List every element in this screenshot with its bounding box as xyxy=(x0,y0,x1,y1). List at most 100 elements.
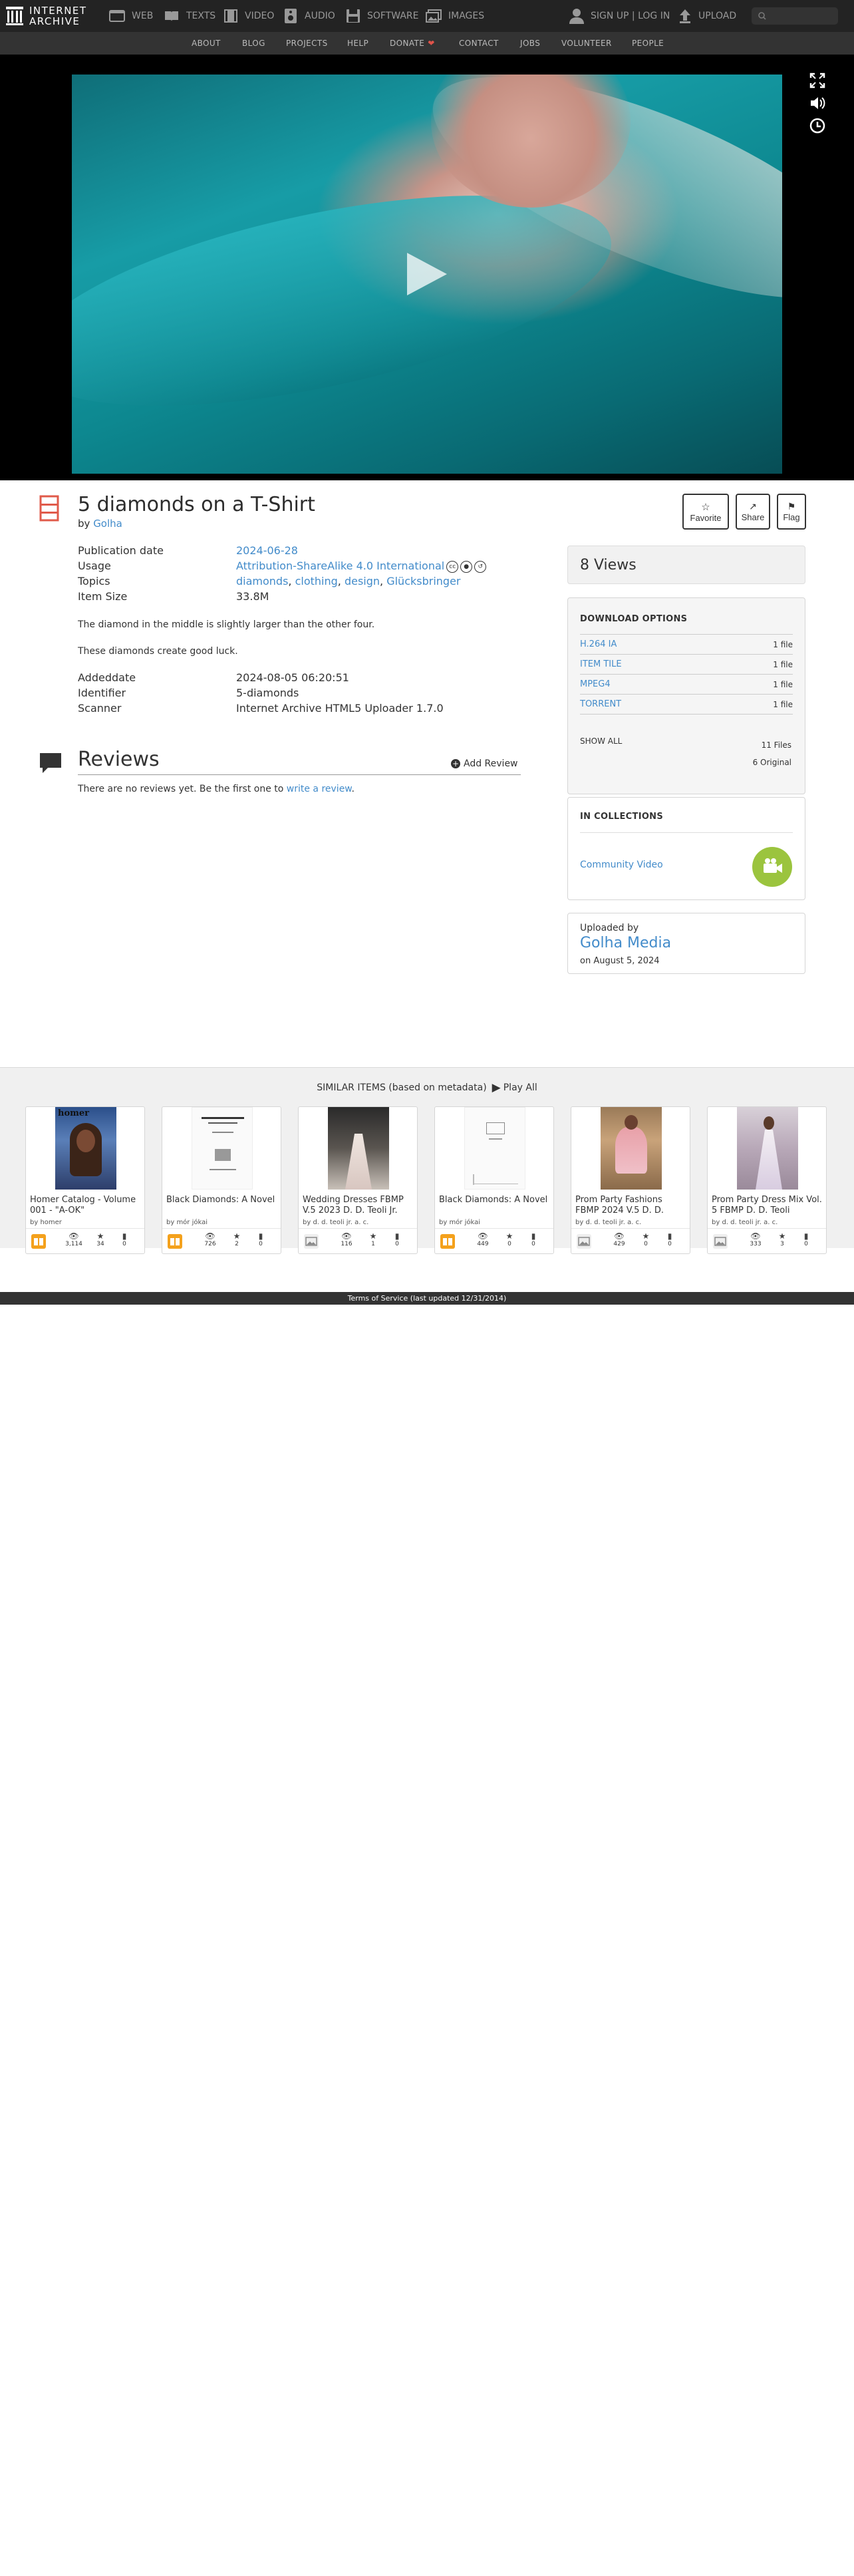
item-creator: by d. d. teoli jr. a. c. xyxy=(303,1219,369,1226)
subnav-volunteer[interactable]: VOLUNTEER xyxy=(561,32,612,55)
similar-item-card[interactable]: Black Diamonds: A Novel by mór jókai 👁 44… xyxy=(434,1106,554,1254)
images-icon xyxy=(426,9,442,23)
nav-images[interactable]: IMAGES xyxy=(426,0,484,32)
movie-icon xyxy=(39,495,59,522)
license-link[interactable]: Attribution-ShareAlike 4.0 International xyxy=(236,560,444,572)
clock-icon[interactable] xyxy=(809,117,826,134)
topic-link[interactable]: Glücksbringer xyxy=(386,575,460,587)
item-creator: by d. d. teoli jr. a. c. xyxy=(712,1219,778,1226)
eye-icon: 👁 xyxy=(69,1231,79,1241)
add-review-button[interactable]: + Add Review xyxy=(451,758,518,769)
star-icon: ★ xyxy=(505,1231,513,1241)
download-h264-link[interactable]: H.264 IA xyxy=(580,639,617,649)
item-thumbnail xyxy=(192,1107,253,1190)
image-icon xyxy=(713,1234,728,1249)
topic-link[interactable]: diamonds xyxy=(236,575,288,587)
download-row: H.264 IA 1 file xyxy=(580,634,793,654)
creator-link[interactable]: Golha xyxy=(93,518,122,530)
item-title: 5 diamonds on a T-Shirt xyxy=(78,493,315,516)
heart-icon: ❤ xyxy=(428,39,435,48)
show-all-link[interactable]: SHOW ALL xyxy=(580,736,622,746)
internet-archive-logo[interactable]: INTERNET ARCHIVE xyxy=(5,4,87,28)
comment-icon: ▮ xyxy=(531,1231,536,1241)
web-icon xyxy=(109,10,125,22)
community-video-badge[interactable] xyxy=(752,847,792,887)
terms-of-service-link[interactable]: Terms of Service (last updated 12/31/201… xyxy=(348,1294,507,1303)
nav-web[interactable]: WEB xyxy=(109,0,153,32)
similar-item-card[interactable]: Black Diamonds: A Novel by mór jókai 👁 72… xyxy=(162,1106,281,1254)
publication-date-link[interactable]: 2024-06-28 xyxy=(236,544,298,557)
nav-texts[interactable]: TEXTS xyxy=(164,0,215,32)
subnav-jobs[interactable]: JOBS xyxy=(520,32,540,55)
top-navigation: INTERNET ARCHIVE WEB TEXTS VIDEO AUDIO SO… xyxy=(0,0,854,32)
footer: Terms of Service (last updated 12/31/201… xyxy=(0,1292,854,1305)
eye-icon: 👁 xyxy=(478,1231,488,1241)
item-thumbnail xyxy=(328,1107,389,1190)
description-paragraph: These diamonds create good luck. xyxy=(78,646,238,657)
image-icon xyxy=(304,1234,319,1249)
volume-icon[interactable] xyxy=(809,94,826,112)
floppy-disk-icon xyxy=(347,9,360,23)
comment-icon: ▮ xyxy=(258,1231,263,1241)
topic-link[interactable]: design xyxy=(345,575,380,587)
download-row: ITEM TILE 1 file xyxy=(580,654,793,674)
upload-link[interactable]: UPLOAD xyxy=(678,0,736,32)
play-button[interactable] xyxy=(407,253,447,295)
favorite-button[interactable]: ☆ Favorite xyxy=(682,494,729,530)
eye-icon: 👁 xyxy=(614,1231,625,1241)
byline: by Golha xyxy=(78,518,122,530)
logo-line-1: INTERNET xyxy=(29,5,87,17)
texts-icon xyxy=(440,1234,455,1249)
download-mpeg4-link[interactable]: MPEG4 xyxy=(580,679,611,689)
upload-icon xyxy=(680,9,690,23)
sign-up-log-in-link[interactable]: SIGN UP | LOG IN xyxy=(569,0,670,32)
uploader-link[interactable]: Golha Media xyxy=(580,935,671,951)
subnav-help[interactable]: HELP xyxy=(347,32,368,55)
item-title: Homer Catalog - Volume 001 - "A-OK" xyxy=(30,1195,136,1215)
sa-icon: ↺ xyxy=(474,560,487,573)
reviews-heading: Reviews xyxy=(78,748,160,771)
item-creator: by d. d. teoli jr. a. c. xyxy=(575,1219,642,1226)
comment-icon: ▮ xyxy=(394,1231,400,1241)
subnav-projects[interactable]: PROJECTS xyxy=(286,32,328,55)
views-count: 8 Views xyxy=(580,557,637,573)
files-original: 6 Original xyxy=(752,758,791,767)
nav-video[interactable]: VIDEO xyxy=(223,0,274,32)
similar-item-card[interactable]: homer Homer Catalog - Volume 001 - "A-OK… xyxy=(25,1106,145,1254)
collections-heading: IN COLLECTIONS xyxy=(580,812,664,822)
nav-software[interactable]: SOFTWARE xyxy=(346,0,419,32)
fullscreen-icon[interactable] xyxy=(809,72,826,89)
item-thumbnail xyxy=(464,1107,525,1190)
similar-item-card[interactable]: Prom Party Fashions FBMP 2024 V.5 D. D. … xyxy=(571,1106,690,1254)
similar-item-card[interactable]: Prom Party Dress Mix Vol. 5 FBMP D. D. T… xyxy=(707,1106,827,1254)
logo-line-2: ARCHIVE xyxy=(29,15,80,27)
subnav-donate[interactable]: DONATE ❤ xyxy=(390,32,435,55)
comment-icon: ▮ xyxy=(122,1231,127,1241)
star-icon: ★ xyxy=(369,1231,377,1241)
plus-circle-icon: + xyxy=(451,759,460,768)
book-icon xyxy=(165,11,178,21)
subnav-people[interactable]: PEOPLE xyxy=(632,32,664,55)
video-camera-icon xyxy=(764,858,782,873)
eye-icon: 👁 xyxy=(205,1231,215,1241)
flag-button[interactable]: ⚑ Flag xyxy=(777,494,806,530)
nav-audio[interactable]: AUDIO xyxy=(283,0,335,32)
download-torrent-link[interactable]: TORRENT xyxy=(580,699,621,709)
subnav-blog[interactable]: BLOG xyxy=(242,32,265,55)
subnav-contact[interactable]: CONTACT xyxy=(459,32,499,55)
collection-link[interactable]: Community Video xyxy=(580,860,663,870)
similar-item-card[interactable]: Wedding Dresses FBMP V.5 2023 D. D. Teol… xyxy=(298,1106,418,1254)
share-button[interactable]: ↗ Share xyxy=(736,494,770,530)
play-icon: ▶ xyxy=(492,1081,501,1094)
similar-items-heading: SIMILAR ITEMS (based on metadata) xyxy=(317,1082,487,1093)
download-item-tile-link[interactable]: ITEM TILE xyxy=(580,659,622,669)
texts-icon xyxy=(168,1234,182,1249)
subnav-about[interactable]: ABOUT xyxy=(192,32,221,55)
write-review-link[interactable]: write a review xyxy=(287,784,352,794)
topic-link[interactable]: clothing xyxy=(295,575,338,587)
play-all-button[interactable]: ▶ Play All xyxy=(492,1081,537,1094)
star-icon: ★ xyxy=(778,1231,786,1241)
upload-date: on August 5, 2024 xyxy=(580,956,660,966)
collections-panel: IN COLLECTIONS Community Video xyxy=(567,797,805,900)
star-icon: ★ xyxy=(642,1231,650,1241)
